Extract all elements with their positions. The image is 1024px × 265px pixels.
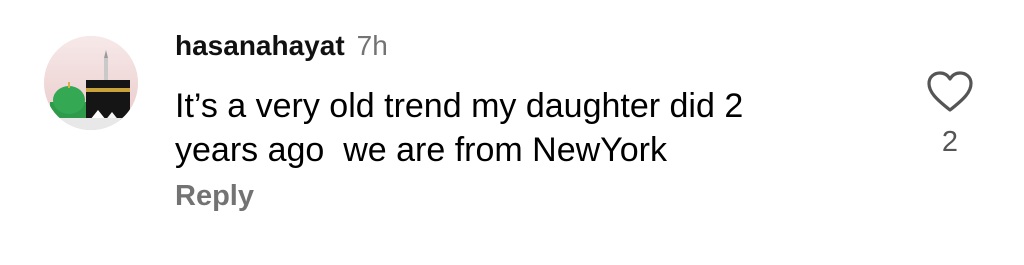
- avatar[interactable]: [44, 36, 138, 130]
- username[interactable]: hasanahayat: [175, 30, 345, 62]
- timestamp: 7h: [356, 30, 388, 61]
- comment-text-line-1: It’s a very old trend my daughter did 2: [175, 87, 744, 125]
- comment-header: hasanahayat 7h: [175, 30, 388, 70]
- heart-outline-icon: [927, 71, 973, 112]
- comment-item: hasanahayat 7h It’s a very old trend my …: [0, 0, 1024, 265]
- avatar-image: [44, 36, 138, 130]
- like-button[interactable]: [926, 70, 974, 114]
- like-count: 2: [941, 126, 959, 158]
- comment-text-line-2: years ago we are from NewYork: [175, 131, 667, 169]
- comment-text: It’s a very old trend my daughter did 2 …: [175, 84, 875, 172]
- reply-button[interactable]: Reply: [175, 180, 254, 213]
